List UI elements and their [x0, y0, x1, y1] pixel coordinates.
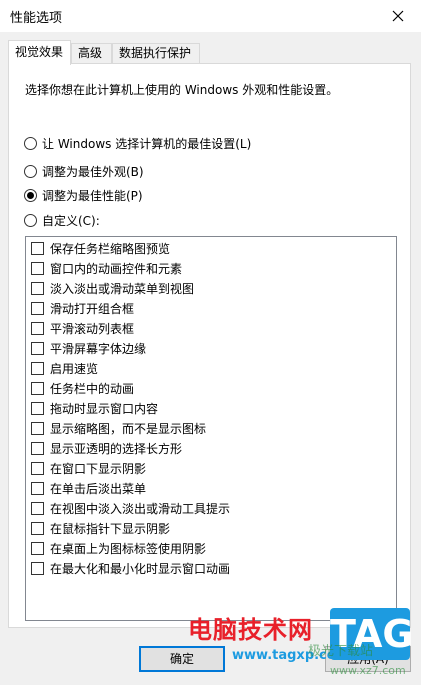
list-item[interactable]: 在桌面上为图标标签使用阴影 — [31, 539, 206, 557]
radio-best-appearance[interactable]: 调整为最佳外观(B) — [24, 162, 144, 180]
list-item[interactable]: 窗口内的动画控件和元素 — [31, 259, 182, 277]
radio-button-selected[interactable] — [24, 188, 37, 202]
ok-button-label: 确定 — [169, 652, 194, 666]
visual-effects-panel: 选择你想在此计算机上使用的 Windows 外观和性能设置。 让 Windows… — [8, 63, 411, 628]
list-item[interactable]: 在视图中淡入淡出或滑动工具提示 — [31, 499, 230, 517]
checkbox[interactable] — [31, 261, 44, 275]
list-item[interactable]: 平滑屏幕字体边缘 — [31, 339, 146, 357]
checkbox[interactable] — [31, 381, 44, 395]
checkbox[interactable] — [31, 301, 44, 315]
watermark-site-name: 电脑技术网 — [188, 616, 313, 644]
window-title: 性能选项 — [10, 11, 63, 26]
list-item-label: 显示亚透明的选择长方形 — [50, 441, 183, 456]
checkbox[interactable] — [31, 321, 44, 335]
checkbox[interactable] — [31, 481, 44, 495]
list-item[interactable]: 在鼠标指针下显示阴影 — [31, 519, 170, 537]
checkbox[interactable] — [31, 541, 44, 555]
list-item[interactable]: 保存任务栏缩略图预览 — [31, 239, 170, 257]
list-item-label: 在鼠标指针下显示阴影 — [50, 521, 171, 536]
list-item[interactable]: 在最大化和最小化时显示窗口动画 — [31, 559, 230, 577]
checkbox[interactable] — [31, 241, 44, 255]
list-item[interactable]: 拖动时显示窗口内容 — [31, 399, 158, 417]
watermark-secondary-url: www.xz7.com — [330, 664, 406, 677]
list-item[interactable]: 在单击后淡出菜单 — [31, 479, 146, 497]
list-item-label: 滑动打开组合框 — [50, 301, 135, 316]
checkbox[interactable] — [31, 401, 44, 415]
checkbox[interactable] — [31, 461, 44, 475]
title-bar: 性能选项 — [0, 0, 421, 32]
list-item-label: 启用速览 — [50, 361, 99, 376]
list-item-label: 在视图中淡入淡出或滑动工具提示 — [50, 501, 231, 516]
checkbox[interactable] — [31, 561, 44, 575]
radio-button[interactable] — [24, 136, 37, 150]
checkbox[interactable] — [31, 281, 44, 295]
list-item-label: 淡入淡出或滑动菜单到视图 — [50, 281, 195, 296]
radio-let-windows-choose[interactable]: 让 Windows 选择计算机的最佳设置(L) — [24, 134, 251, 152]
radio-best-performance[interactable]: 调整为最佳性能(P) — [24, 186, 143, 204]
radio-label: 让 Windows 选择计算机的最佳设置(L) — [42, 136, 252, 151]
radio-label: 自定义(C): — [42, 213, 100, 228]
close-icon — [392, 10, 404, 22]
list-item-label: 平滑屏幕字体边缘 — [50, 341, 147, 356]
list-item-label: 任务栏中的动画 — [50, 381, 135, 396]
tab-data-execution-prevention[interactable]: 数据执行保护 — [112, 43, 200, 64]
visual-effects-list: 保存任务栏缩略图预览 窗口内的动画控件和元素 淡入淡出或滑动菜单到视图 滑动打开… — [25, 236, 397, 621]
list-item-label: 显示缩略图，而不是显示图标 — [50, 421, 207, 436]
tab-label: 数据执行保护 — [119, 46, 192, 60]
list-item[interactable]: 淡入淡出或滑动菜单到视图 — [31, 279, 194, 297]
list-item-label: 平滑滚动列表框 — [50, 321, 135, 336]
checkbox[interactable] — [31, 521, 44, 535]
list-item-label: 在最大化和最小化时显示窗口动画 — [50, 561, 231, 576]
description-text: 选择你想在此计算机上使用的 Windows 外观和性能设置。 — [25, 83, 339, 97]
list-item-label: 拖动时显示窗口内容 — [50, 401, 159, 416]
checkbox[interactable] — [31, 441, 44, 455]
checkbox[interactable] — [31, 341, 44, 355]
tab-visual-effects[interactable]: 视觉效果 — [8, 40, 71, 65]
list-item-label: 在窗口下显示阴影 — [50, 461, 147, 476]
checkbox[interactable] — [31, 361, 44, 375]
list-item[interactable]: 启用速览 — [31, 359, 98, 377]
list-item-label: 在桌面上为图标标签使用阴影 — [50, 541, 207, 556]
tab-label: 高级 — [78, 46, 103, 60]
list-item-label: 保存任务栏缩略图预览 — [50, 241, 171, 256]
tab-label: 视觉效果 — [15, 45, 64, 59]
radio-custom[interactable]: 自定义(C): — [24, 211, 100, 229]
list-item[interactable]: 平滑滚动列表框 — [31, 319, 134, 337]
radio-button[interactable] — [24, 164, 37, 178]
radio-label: 调整为最佳外观(B) — [42, 164, 144, 179]
list-item[interactable]: 显示缩略图，而不是显示图标 — [31, 419, 206, 437]
tab-advanced[interactable]: 高级 — [71, 43, 112, 64]
list-item-label: 在单击后淡出菜单 — [50, 481, 147, 496]
list-item[interactable]: 显示亚透明的选择长方形 — [31, 439, 182, 457]
checkbox[interactable] — [31, 421, 44, 435]
checkbox[interactable] — [31, 501, 44, 515]
close-button[interactable] — [375, 0, 421, 32]
list-item[interactable]: 滑动打开组合框 — [31, 299, 134, 317]
list-item[interactable]: 在窗口下显示阴影 — [31, 459, 146, 477]
radio-button[interactable] — [24, 213, 37, 227]
list-item[interactable]: 任务栏中的动画 — [31, 379, 134, 397]
watermark-secondary: 极光下载站 — [308, 644, 374, 659]
list-item-label: 窗口内的动画控件和元素 — [50, 261, 183, 276]
radio-label: 调整为最佳性能(P) — [42, 188, 143, 203]
ok-button[interactable]: 确定 — [139, 646, 225, 672]
